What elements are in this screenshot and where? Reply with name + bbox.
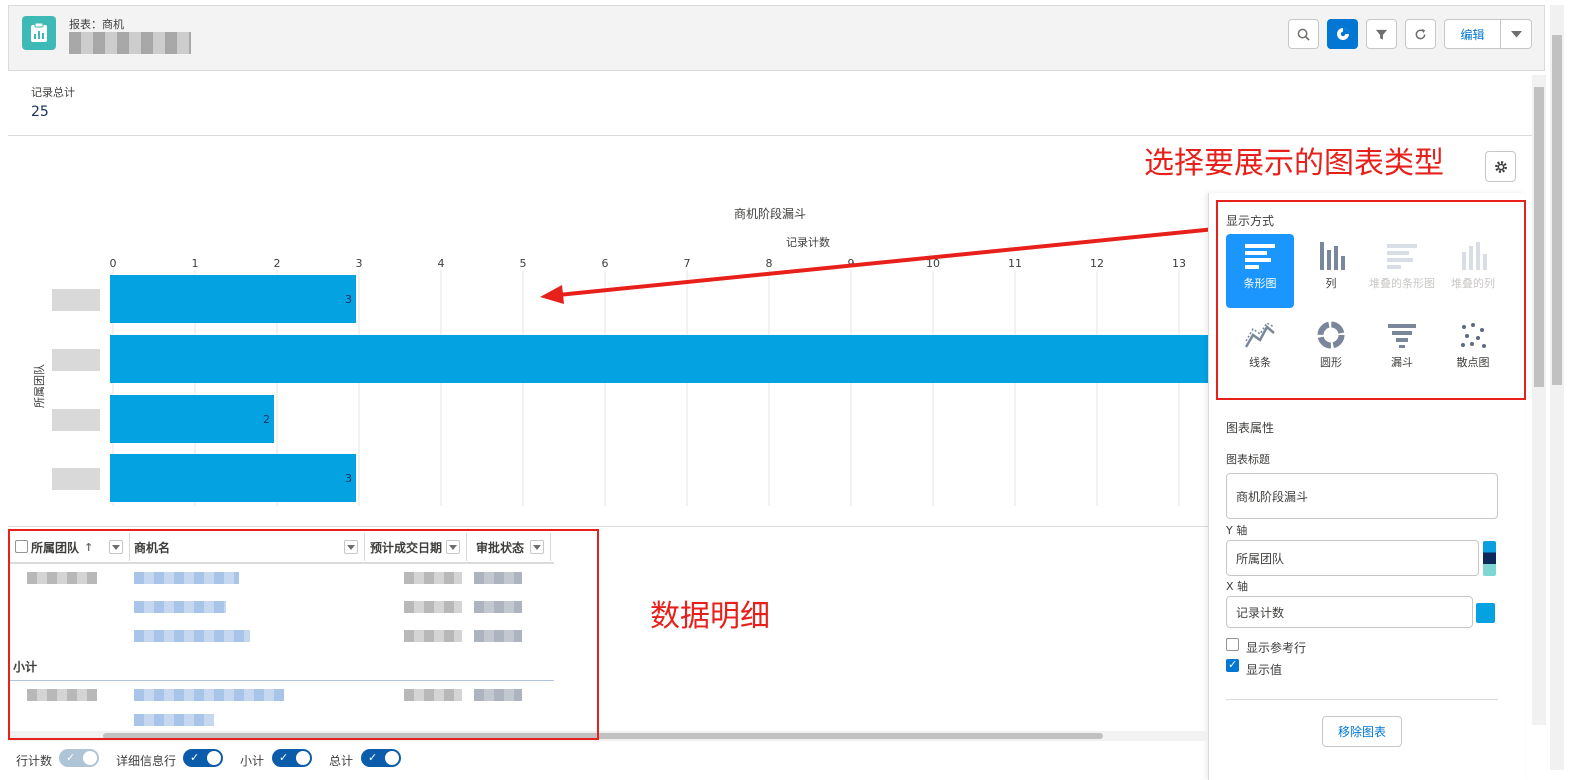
bar-value-label: 3 (345, 472, 352, 485)
row-count-label: 行计数 (16, 754, 53, 768)
table-options-footer: 行计数 ✓ 详细信息行 ✓ 小计 ✓ 总计 ✓ (0, 744, 1210, 780)
bar[interactable] (110, 454, 356, 502)
show-reference-line-label: 显示参考行 (1246, 641, 1307, 655)
record-total-label: 记录总计 (31, 86, 75, 99)
x-tick-label: 1 (192, 257, 199, 270)
bar[interactable] (110, 275, 356, 323)
bar-chart[interactable]: 商机阶段漏斗 记录计数 所属团队 0 1 2 3 4 5 6 7 8 9 10 11 12 13 3 2 3 (0, 196, 1210, 512)
edit-button[interactable]: 编辑 (1444, 19, 1501, 49)
bar-value-label: 2 (263, 413, 270, 426)
x-tick-label: 6 (602, 257, 609, 270)
checkmark-icon: ✓ (279, 751, 289, 764)
x-tick-label: 12 (1090, 257, 1104, 270)
divider (8, 526, 1208, 527)
show-values-label: 显示值 (1246, 663, 1283, 677)
checkmark-icon: ✓ (66, 751, 76, 764)
x-tick-label: 9 (848, 257, 855, 270)
x-axis-title: 记录计数 (786, 236, 830, 249)
y-category-label-redacted (52, 349, 100, 371)
filter-button[interactable] (1366, 19, 1397, 49)
chart-settings-button[interactable] (1485, 151, 1516, 182)
row-count-toggle[interactable]: ✓ (59, 749, 99, 767)
chart-toggle-button[interactable] (1327, 19, 1358, 49)
refresh-button[interactable] (1405, 19, 1436, 49)
x-tick-label: 4 (438, 257, 445, 270)
pie-chart-icon (1336, 28, 1349, 40)
detail-rows-label: 详细信息行 (116, 754, 177, 768)
subtotals-toggle[interactable]: ✓ (272, 749, 312, 767)
y-category-label-redacted (52, 468, 100, 490)
chart-scrollbar[interactable] (1532, 75, 1546, 725)
chart-title-input[interactable]: 商机阶段漏斗 (1226, 473, 1498, 519)
y-axis-label: Y 轴 (1226, 524, 1248, 537)
search-icon (1297, 28, 1310, 41)
report-header: 报表：商机 编辑 (8, 5, 1545, 71)
annotation-chart-type: 选择要展示的图表类型 (1144, 146, 1444, 181)
x-tick-label: 3 (356, 257, 363, 270)
x-tick-label: 11 (1008, 257, 1022, 270)
bar-value-label: 3 (345, 293, 352, 306)
x-tick-label: 10 (926, 257, 940, 270)
y-category-label-redacted (52, 409, 100, 431)
y-axis-select[interactable]: 所属团队 (1226, 540, 1479, 576)
scrollbar-thumb[interactable] (1552, 35, 1562, 385)
grand-total-toggle[interactable]: ✓ (361, 749, 401, 767)
divider (8, 135, 1532, 136)
y-category-label-redacted (52, 289, 100, 311)
x-axis-label: X 轴 (1226, 580, 1249, 593)
show-values-checkbox[interactable]: ✓ (1226, 658, 1239, 672)
subtotals-label: 小计 (240, 754, 265, 768)
annotation-data-detail: 数据明细 (650, 599, 770, 634)
scrollbar-thumb[interactable] (1534, 87, 1544, 387)
bar[interactable] (110, 335, 1210, 383)
checkmark-icon: ✓ (1228, 658, 1238, 671)
divider (1226, 699, 1498, 700)
show-reference-line-checkbox[interactable] (1226, 638, 1239, 651)
report-icon (22, 16, 56, 50)
filter-icon (1375, 29, 1388, 40)
grand-total-label: 总计 (329, 754, 354, 768)
chart-title: 商机阶段漏斗 (734, 206, 806, 221)
chart-properties-label: 图表属性 (1226, 421, 1275, 435)
annotation-box-table (8, 529, 599, 740)
chevron-down-icon (1510, 30, 1522, 37)
refresh-icon (1415, 28, 1426, 39)
checkmark-icon: ✓ (368, 751, 378, 764)
y-axis-color-swatch[interactable] (1483, 541, 1496, 576)
y-axis-title: 所属团队 (32, 364, 46, 408)
report-type-label: 报表：商机 (69, 18, 124, 31)
more-actions-button[interactable] (1501, 19, 1532, 49)
x-tick-label: 13 (1172, 257, 1186, 270)
x-tick-label: 2 (274, 257, 281, 270)
x-axis-select[interactable]: 记录计数 (1226, 596, 1473, 628)
annotation-box-chart-types (1216, 200, 1526, 400)
checkmark-icon: ✓ (190, 751, 200, 764)
detail-rows-toggle[interactable]: ✓ (183, 749, 223, 767)
bar[interactable] (110, 395, 274, 443)
gear-icon (1494, 160, 1507, 173)
x-tick-label: 0 (110, 257, 117, 270)
page-scrollbar[interactable] (1550, 5, 1564, 770)
x-axis-color-swatch[interactable] (1476, 603, 1495, 623)
report-title-redacted (69, 32, 191, 54)
search-button[interactable] (1288, 19, 1319, 49)
x-tick-label: 5 (520, 257, 527, 270)
record-total-value: 25 (31, 104, 49, 120)
chart-title-label: 图表标题 (1226, 453, 1270, 466)
remove-chart-button[interactable]: 移除图表 (1322, 716, 1402, 747)
x-tick-label: 8 (766, 257, 773, 270)
x-tick-label: 7 (684, 257, 691, 270)
